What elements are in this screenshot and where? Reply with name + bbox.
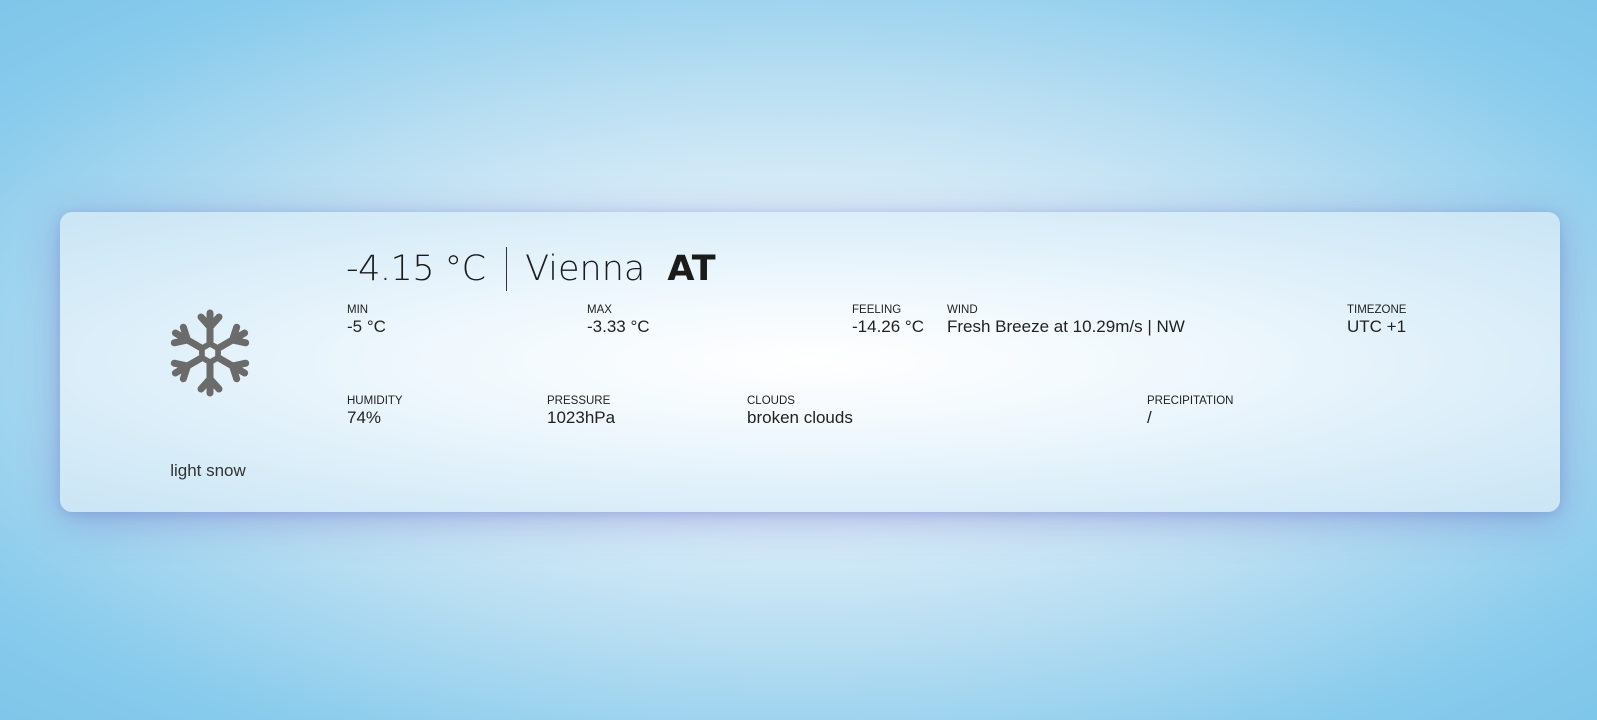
weather-card: light snow -4.15 °C Vienna AT MIN -5 °C … [60, 212, 1560, 512]
stat-feeling-value: -14.26 °C [852, 317, 925, 336]
stat-max-label: MAX [587, 304, 612, 316]
snowflake-icon [168, 307, 252, 399]
headline-divider [505, 247, 508, 291]
stat-clouds-label: CLOUDS [747, 395, 795, 407]
stat-pressure: PRESSURE 1023hPa [547, 395, 615, 428]
stat-min-label: MIN [347, 304, 369, 316]
stat-pressure-label: PRESSURE [547, 395, 611, 407]
stat-min: MIN -5 °C [347, 304, 386, 337]
stat-humidity: HUMIDITY 74% [347, 395, 403, 428]
stat-humidity-label: HUMIDITY [347, 395, 403, 407]
stat-precipitation-value: / [1147, 408, 1152, 427]
country-code: AT [667, 249, 716, 289]
stat-feeling-label: FEELING [852, 304, 902, 316]
stat-timezone-label: TIMEZONE [1347, 304, 1407, 316]
stat-precipitation-label: PRECIPITATION [1147, 395, 1234, 407]
stat-clouds-value: broken clouds [747, 408, 853, 427]
stat-wind-value: Fresh Breeze at 10.29m/s | NW [947, 317, 1185, 336]
stat-min-value: -5 °C [347, 317, 386, 336]
city-name: Vienna [525, 249, 646, 289]
stat-max-value: -3.33 °C [587, 317, 650, 336]
weather-headline: -4.15 °C Vienna AT [346, 246, 716, 292]
stat-clouds: CLOUDS broken clouds [747, 395, 853, 428]
stat-humidity-value: 74% [347, 408, 382, 427]
weather-condition: light snow [170, 461, 246, 480]
stat-precipitation: PRECIPITATION / [1147, 395, 1233, 428]
stat-max: MAX -3.33 °C [587, 304, 650, 337]
current-temperature: -4.15 °C [346, 249, 486, 289]
stat-timezone-value: UTC +1 [1347, 317, 1407, 336]
stat-timezone: TIMEZONE UTC +1 [1347, 304, 1406, 337]
stat-pressure-value: 1023hPa [547, 408, 616, 427]
stat-feeling: FEELING -14.26 °C [852, 304, 924, 337]
stat-wind-label: WIND [947, 304, 978, 316]
stat-wind: WIND Fresh Breeze at 10.29m/s | NW [947, 304, 1185, 337]
